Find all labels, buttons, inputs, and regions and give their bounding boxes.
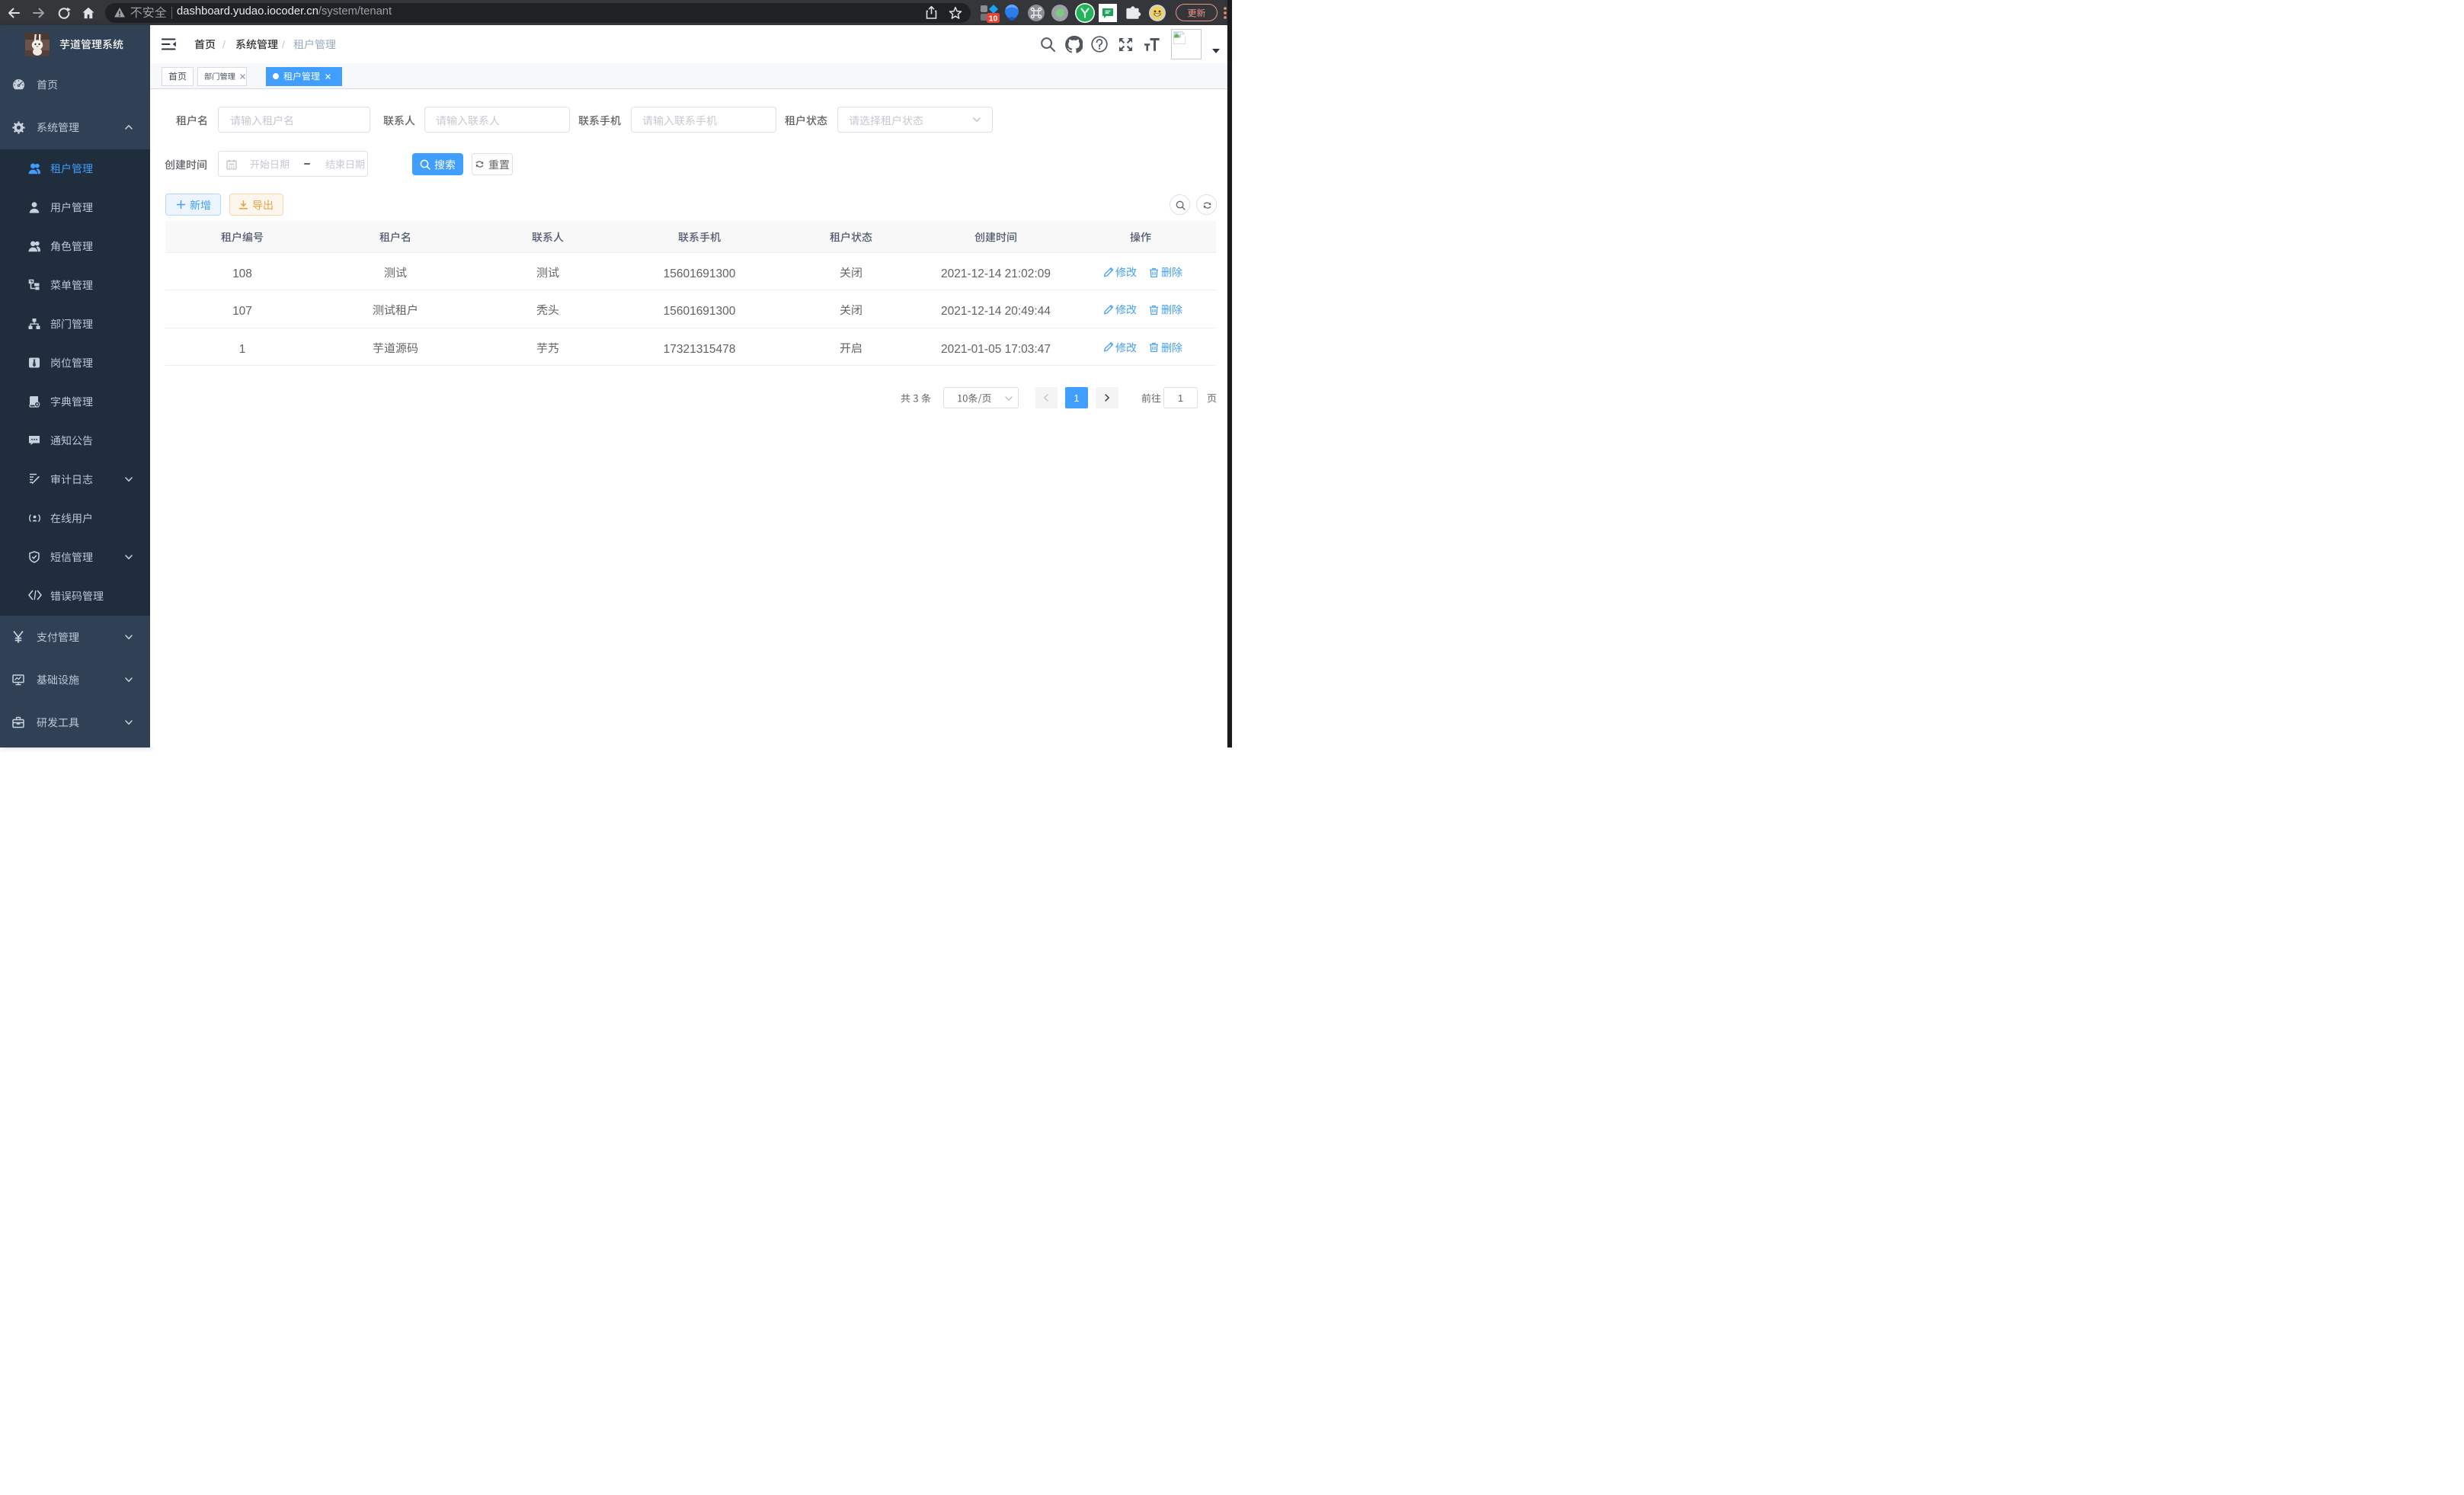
svg-text:10: 10 [989, 14, 998, 24]
